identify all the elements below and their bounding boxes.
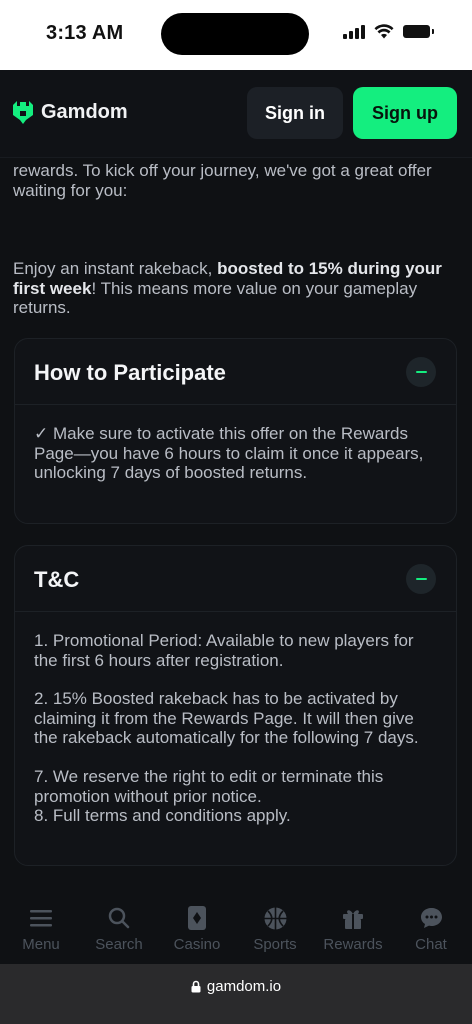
tnc-title: T&C: [34, 567, 80, 592]
tnc-item: 2. 15% Boosted rakeback has to be activa…: [34, 689, 419, 748]
status-time: 3:13 AM: [46, 22, 124, 44]
tnc-item: 8. Full terms and conditions apply.: [34, 806, 291, 826]
nav-item-chat[interactable]: Chat: [393, 896, 469, 964]
gamdom-logo-icon: [13, 101, 33, 124]
cellular-signal-icon: [343, 24, 365, 39]
battery-icon: [403, 25, 434, 38]
nav-item-search[interactable]: Search: [81, 896, 157, 964]
wifi-icon: [374, 24, 394, 39]
bottom-nav: Menu Search Casino Sports Rewards Chat: [0, 896, 472, 964]
minus-icon: [415, 578, 427, 580]
nav-label-search: Search: [95, 936, 143, 953]
offer-text-prefix: Enjoy an instant rakeback,: [13, 259, 218, 278]
sign-up-button[interactable]: Sign up: [353, 87, 457, 139]
nav-label-rewards: Rewards: [323, 936, 383, 953]
tnc-item: 1. Promotional Period: Available to new …: [34, 631, 414, 670]
menu-icon: [29, 906, 53, 930]
url-text: gamdom.io: [206, 977, 282, 995]
nav-item-casino[interactable]: Casino: [159, 896, 235, 964]
sign-in-button[interactable]: Sign in: [247, 87, 343, 139]
gamdom-logo[interactable]: Gamdom: [12, 100, 128, 125]
tnc-body: 1. Promotional Period: Available to new …: [15, 612, 456, 826]
collapse-tnc-button[interactable]: [406, 564, 436, 594]
logo-text: Gamdom: [41, 101, 128, 123]
url-display[interactable]: gamdom.io: [191, 976, 281, 996]
search-icon: [107, 906, 131, 930]
intro-text: rewards. To kick off your journey, we've…: [13, 161, 432, 200]
how-to-participate-text: ✓ Make sure to activate this offer on th…: [34, 424, 424, 483]
lock-icon: [191, 980, 201, 992]
minus-icon: [415, 371, 427, 373]
tnc-item: 7. We reserve the right to edit or termi…: [34, 766, 384, 806]
dynamic-island: [161, 13, 309, 55]
nav-label-menu: Menu: [22, 936, 60, 953]
how-to-participate-card: How to Participate ✓ Make sure to activa…: [14, 338, 457, 524]
nav-item-sports[interactable]: Sports: [237, 896, 313, 964]
nav-label-chat: Chat: [415, 936, 447, 953]
offer-text: Enjoy an instant rakeback, boosted to 15…: [13, 259, 453, 318]
tnc-header[interactable]: T&C: [15, 546, 456, 612]
collapse-how-to-button[interactable]: [406, 357, 436, 387]
how-to-participate-header[interactable]: How to Participate: [15, 339, 456, 405]
casino-icon: [185, 906, 209, 930]
chat-icon: [419, 906, 443, 930]
status-icons: [343, 24, 434, 39]
sports-icon: [263, 906, 287, 930]
nav-label-casino: Casino: [173, 936, 221, 953]
tnc-card: T&C 1. Promotional Period: Available to …: [14, 545, 457, 866]
nav-item-rewards[interactable]: Rewards: [315, 896, 391, 964]
gift-icon: [341, 906, 365, 930]
browser-address-bar: gamdom.io: [0, 964, 472, 1024]
nav-item-menu[interactable]: Menu: [3, 896, 79, 964]
how-to-participate-title: How to Participate: [34, 360, 226, 385]
site-header: Gamdom Sign in Sign up: [0, 70, 472, 158]
status-bar: 3:13 AM: [0, 0, 472, 70]
promo-content[interactable]: rewards. To kick off your journey, we've…: [0, 158, 472, 896]
nav-label-sports: Sports: [253, 936, 297, 953]
how-to-participate-body: ✓ Make sure to activate this offer on th…: [15, 405, 456, 483]
